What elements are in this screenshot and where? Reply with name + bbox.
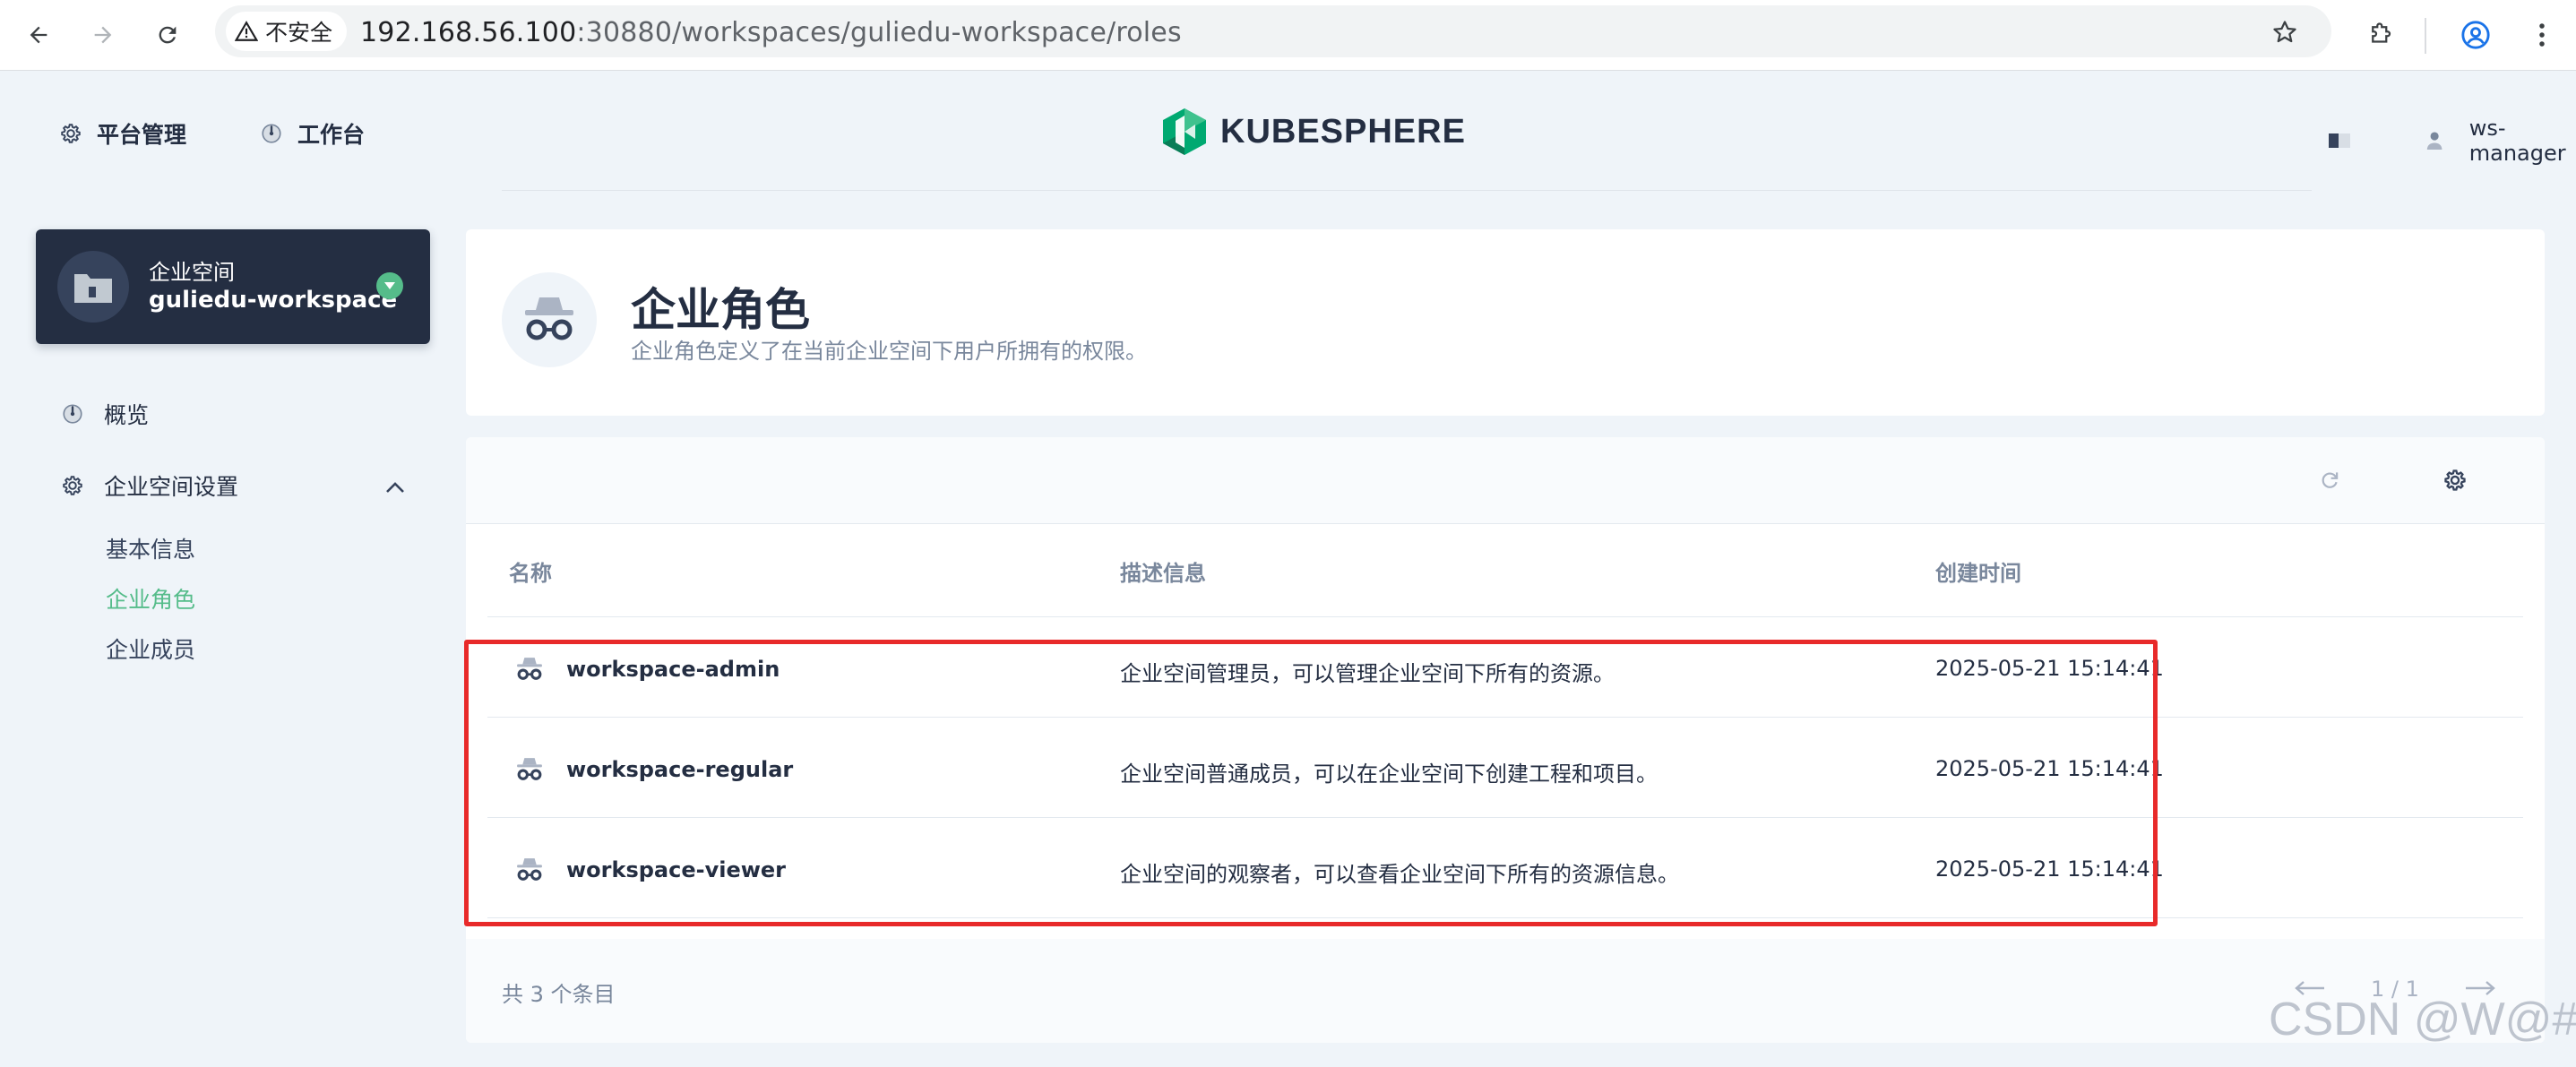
nav-workbench[interactable]: 工作台 [260, 117, 365, 150]
annotation-highlight-box [464, 640, 2158, 926]
security-label: 不安全 [265, 20, 333, 46]
browser-toolbar: 不安全 192.168.56.100:30880/workspaces/guli… [0, 0, 2576, 71]
kubesphere-logo[interactable]: KUBESPHERE [1161, 107, 1466, 157]
workspace-selector[interactable]: 企业空间 guliedu-workspace [36, 229, 430, 344]
arrow-left-icon [30, 26, 47, 44]
dashboard-icon [63, 404, 82, 424]
refresh-button[interactable] [2308, 459, 2351, 502]
role-icon [502, 272, 597, 367]
gear-icon [2444, 469, 2466, 491]
sidebar-subitem-members[interactable]: 企业成员 [106, 632, 195, 665]
workspace-label: 企业空间 [149, 260, 235, 285]
url-text[interactable]: 192.168.56.100:30880/workspaces/guliedu-… [360, 17, 1182, 48]
refresh-icon [2322, 472, 2339, 488]
sidebar-subitem-roles[interactable]: 企业角色 [106, 582, 195, 615]
column-header-name[interactable]: 名称 [509, 555, 552, 587]
page-title: 企业角色 [631, 284, 810, 336]
caret-down-icon [384, 282, 395, 289]
folder-icon [74, 274, 112, 303]
site-security-chip[interactable]: 不安全 [226, 12, 348, 51]
username: ws-manager [2468, 116, 2566, 166]
reload-icon [159, 26, 177, 44]
gear-icon [63, 476, 82, 495]
url-host: 192.168.56.100 [360, 17, 577, 48]
nav-platform-management[interactable]: 平台管理 [59, 117, 186, 150]
browser-menu-button[interactable] [2520, 13, 2564, 57]
app-header: 平台管理 工作台 KUBESPHERE ws-manager [0, 71, 2576, 192]
page-description: 企业角色定义了在当前企业空间下用户所拥有的权限。 [631, 339, 1147, 364]
page-banner: 企业角色 企业角色定义了在当前企业空间下用户所拥有的权限。 [466, 229, 2545, 416]
user-area: ws-manager [2328, 116, 2576, 166]
incognito-icon [525, 297, 573, 340]
sidebar-item-workspace-settings[interactable]: 企业空间设置 [61, 469, 405, 502]
profile-icon [2461, 21, 2490, 49]
more-vertical-icon [2539, 23, 2545, 47]
sidebar-item-label: 概览 [104, 402, 150, 428]
arrow-right-icon [94, 26, 112, 44]
toolbar-divider [2425, 18, 2426, 54]
extensions-button[interactable] [2358, 13, 2403, 57]
column-header-description: 描述信息 [1120, 561, 1206, 586]
dashboard-icon [262, 124, 281, 143]
user-icon [2426, 132, 2442, 150]
workspace-dropdown-button[interactable] [376, 272, 403, 299]
header-divider [487, 616, 2523, 617]
sidebar-item-overview[interactable]: 概览 [61, 398, 149, 430]
layout-icon [2329, 133, 2350, 148]
workspace-avatar [57, 251, 129, 323]
nav-label: 工作台 [297, 122, 366, 148]
sidebar-item-label: 企业空间设置 [104, 474, 239, 500]
chevron-up-icon [385, 473, 405, 499]
kubesphere-logo-icon [1163, 108, 1206, 155]
profile-button[interactable] [2453, 13, 2498, 57]
total-count: 共 3 个条目 [502, 982, 616, 1007]
url-path: :30880/workspaces/guliedu-workspace/role… [576, 17, 1182, 48]
table-toolbar [466, 437, 2545, 524]
table-settings-button[interactable] [2434, 459, 2477, 502]
puzzle-icon [2372, 22, 2391, 43]
gear-icon [61, 124, 81, 143]
workspace-name: guliedu-workspace [149, 287, 398, 314]
warning-icon [235, 21, 258, 41]
theme-toggle-button[interactable] [2328, 128, 2351, 153]
star-icon [2273, 21, 2296, 43]
watermark: CSDN @W@# [2269, 994, 2576, 1045]
bookmark-button[interactable] [2267, 14, 2303, 50]
column-header-created[interactable]: 创建时间 [1935, 555, 2021, 587]
back-button[interactable] [16, 13, 61, 57]
address-bar[interactable]: 不安全 192.168.56.100:30880/workspaces/guli… [215, 5, 2331, 57]
header-divider [502, 190, 2312, 191]
forward-button[interactable] [81, 13, 125, 57]
table-footer [466, 939, 2545, 1043]
user-menu[interactable]: ws-manager [2426, 116, 2576, 166]
logo-text: KUBESPHERE [1220, 112, 1466, 151]
nav-label: 平台管理 [97, 122, 187, 148]
reload-button[interactable] [145, 13, 190, 57]
sidebar-subitem-basic-info[interactable]: 基本信息 [106, 532, 195, 564]
